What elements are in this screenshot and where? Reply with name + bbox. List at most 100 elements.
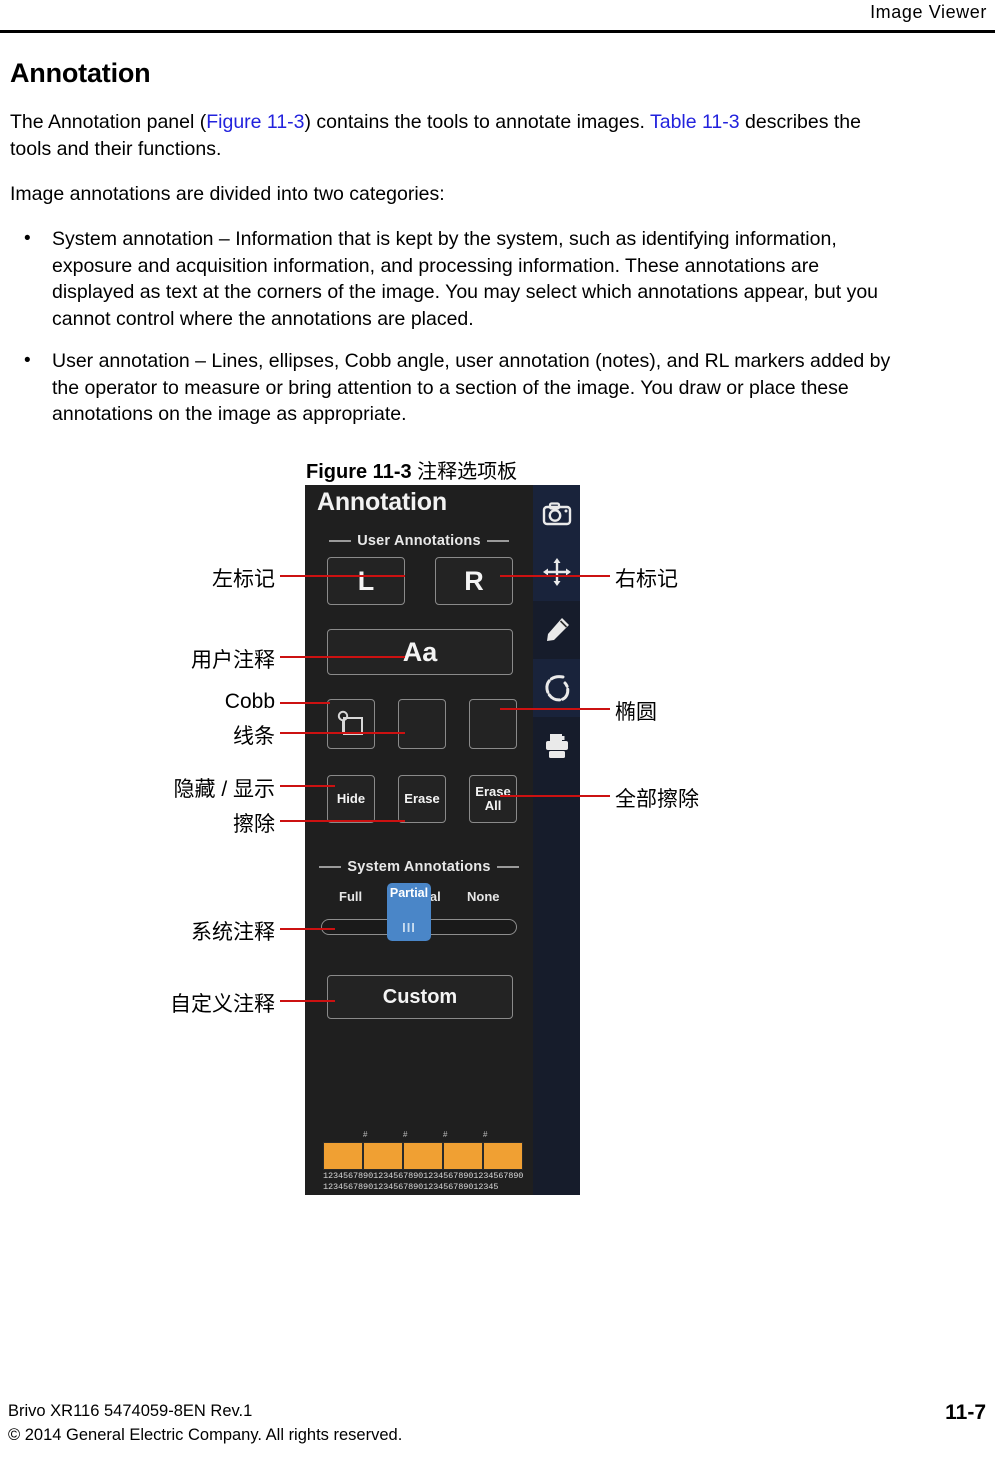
slider-grip-icon: III	[402, 920, 416, 935]
leader-line-erase	[280, 820, 405, 822]
footer-copyright-block: Brivo XR116 5474059-8EN Rev.1 © 2014 Gen…	[8, 1399, 402, 1447]
callout-cobb: Cobb	[224, 690, 275, 713]
erase-all-button[interactable]: Erase All	[469, 775, 517, 823]
erase-all-label-line1: Erase	[475, 784, 511, 799]
print-button[interactable]	[533, 717, 580, 775]
system-annotations-group-label: System Annotations	[305, 859, 533, 875]
slider-thumb-label: Partial	[389, 886, 429, 900]
ellipse-button[interactable]	[469, 699, 517, 749]
system-annotation-slider-thumb[interactable]: Partial III	[387, 883, 431, 941]
list-item-text: System annotation – Information that is …	[52, 228, 879, 330]
callout-line: 线条	[233, 725, 275, 748]
callout-ellipse: 椭圆	[615, 701, 657, 724]
pencil-icon	[546, 618, 569, 641]
leader-line-ellipse	[500, 708, 610, 710]
annotation-panel-title: Annotation	[317, 488, 447, 516]
list-item-text: User annotation – Lines, ellipses, Cobb …	[52, 350, 891, 425]
cobb-angle-button[interactable]	[327, 699, 375, 749]
annotation-category-list: • System annotation – Information that i…	[10, 226, 900, 428]
annotation-panel-body: Annotation User Annotations L R Aa Hide …	[305, 485, 533, 1195]
callout-erase-all: 全部擦除	[615, 788, 699, 811]
strip-mark-2: #	[403, 1130, 408, 1139]
divider-dash-right	[486, 540, 509, 543]
figure-caption: Figure 11-3 注释选项板	[306, 455, 517, 484]
leader-line-user-note	[280, 656, 405, 658]
printer-icon	[545, 734, 568, 758]
callout-erase: 擦除	[233, 813, 275, 836]
callout-hide-show: 隐藏 / 显示	[173, 778, 275, 801]
table-cross-reference-link[interactable]: Table 11-3	[650, 111, 740, 133]
figure-11-3: Figure 11-3 注释选项板 Annotation User Annota…	[0, 455, 995, 1200]
callout-left-marker: 左标记	[212, 568, 275, 591]
callout-right-marker: 右标记	[615, 568, 678, 591]
page-header: Image Viewer	[0, 0, 995, 36]
ruler-number-line-2: 12345678901234567890123456789012345	[323, 1181, 499, 1192]
figure-caption-text: 注释选项板	[411, 461, 518, 483]
page-title: Annotation	[10, 58, 151, 88]
slider-option-full[interactable]: Full	[339, 889, 362, 904]
cobb-angle-icon	[337, 710, 363, 735]
callout-system-annotation: 系统注释	[191, 921, 275, 944]
leader-line-hide-show	[280, 785, 335, 787]
erase-all-label-line2: All	[484, 798, 502, 813]
leader-line-left-marker	[280, 575, 405, 577]
user-annotations-label-text: User Annotations	[357, 533, 481, 549]
ruler-numbers: 1234567890123456789012345678901234567890…	[323, 1171, 538, 1192]
leader-line-system-annotation	[280, 928, 335, 930]
footer-document-id: Brivo XR116 5474059-8EN Rev.1	[8, 1402, 253, 1420]
move-icon	[542, 558, 571, 586]
callout-user-annotation: 用户注释	[191, 649, 275, 672]
divider-dash-right	[496, 866, 519, 869]
list-item: • System annotation – Information that i…	[10, 226, 900, 332]
user-annotation-button[interactable]: Aa	[327, 629, 513, 675]
leader-line-cobb	[280, 702, 330, 704]
figure-cross-reference-link[interactable]: Figure 11-3	[206, 111, 304, 133]
right-marker-button[interactable]: R	[435, 557, 513, 605]
erase-button[interactable]: Erase	[398, 775, 446, 823]
annotation-panel: Annotation User Annotations L R Aa Hide …	[305, 485, 580, 1195]
document-content: Annotation The Annotation panel (Figure …	[10, 50, 900, 444]
left-marker-button[interactable]: L	[327, 557, 405, 605]
intro-paragraph-1: The Annotation panel (Figure 11-3) conta…	[10, 109, 900, 163]
leader-line-line	[280, 732, 405, 734]
callout-custom-annotation: 自定义注释	[170, 993, 275, 1016]
color-bar	[363, 1142, 403, 1170]
page-footer: Brivo XR116 5474059-8EN Rev.1 © 2014 Gen…	[8, 1399, 988, 1449]
intro-text-b: ) contains the tools to annotate images.	[304, 111, 650, 133]
color-bar	[403, 1142, 443, 1170]
intro-paragraph-2: Image annotations are divided into two c…	[10, 183, 445, 205]
camera-icon	[542, 502, 571, 526]
header-divider	[0, 30, 995, 33]
custom-button[interactable]: Custom	[327, 975, 513, 1019]
slider-option-none[interactable]: None	[467, 889, 500, 904]
bullet-icon: •	[24, 350, 31, 371]
system-annotations-label-text: System Annotations	[347, 859, 491, 875]
intro-text-a: The Annotation panel (	[10, 111, 207, 133]
divider-dash-left	[319, 866, 342, 869]
line-button[interactable]	[398, 699, 446, 749]
leader-line-erase-all	[500, 795, 610, 797]
strip-mark-4: #	[483, 1130, 488, 1139]
camera-button[interactable]	[533, 485, 580, 543]
color-bar	[323, 1142, 363, 1170]
figure-caption-number: Figure 11-3	[306, 461, 412, 483]
color-bar	[443, 1142, 483, 1170]
footer-copyright: © 2014 General Electric Company. All rig…	[8, 1426, 403, 1444]
list-item: • User annotation – Lines, ellipses, Cob…	[10, 348, 900, 428]
calibration-color-bars	[323, 1142, 523, 1170]
divider-dash-left	[329, 540, 352, 543]
hide-show-button[interactable]: Hide	[327, 775, 375, 823]
move-pan-button[interactable]	[533, 543, 580, 601]
ruler-number-line-1: 1234567890123456789012345678901234567890	[323, 1171, 524, 1181]
pencil-draw-button[interactable]	[533, 601, 580, 659]
strip-mark-3: #	[443, 1130, 448, 1139]
strip-tick-marks: # # # #	[323, 1130, 523, 1142]
leader-line-custom	[280, 1000, 335, 1002]
user-annotations-group-label: User Annotations	[305, 533, 533, 549]
annotation-panel-toolbar-rail	[533, 485, 580, 1195]
color-bar	[483, 1142, 523, 1170]
leader-line-right-marker	[500, 575, 610, 577]
page-number: 11-7	[945, 1401, 986, 1424]
strip-mark-1: #	[363, 1130, 368, 1139]
header-title: Image Viewer	[870, 2, 987, 22]
